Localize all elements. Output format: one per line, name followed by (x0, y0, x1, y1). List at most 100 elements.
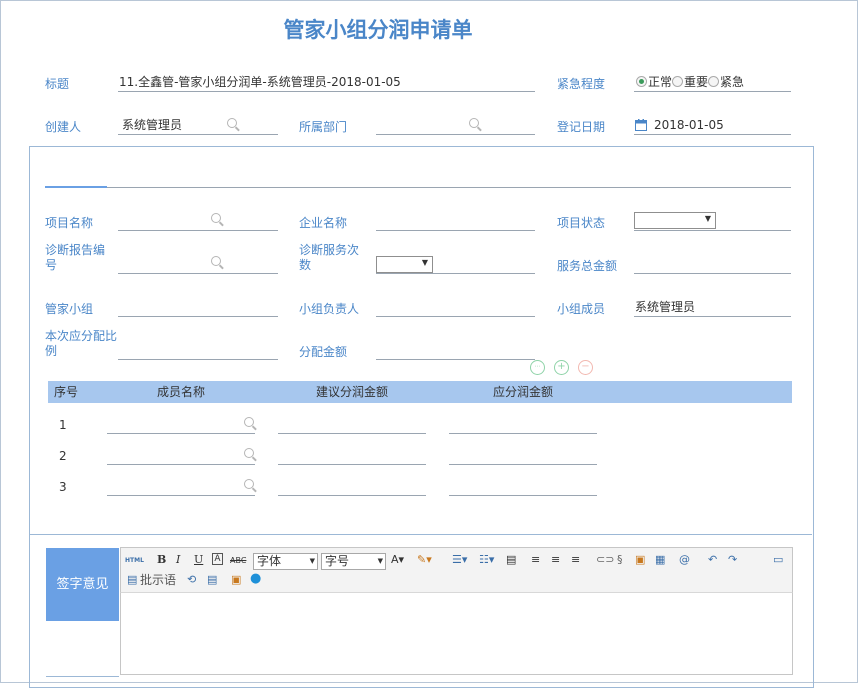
urgency-field: 正常 重要 紧急 (634, 73, 791, 92)
project-name-field[interactable] (118, 212, 278, 231)
html-source-icon[interactable]: HTML (125, 554, 144, 568)
dept-field[interactable] (376, 116, 535, 135)
editor-toolbar: HTML B I U A ABC 字体 ▼ 字号 ▼ A▾ ✎▾ ☰▾ ☷▾ ▤ ≡… (120, 547, 793, 593)
row-index: 1 (59, 418, 67, 432)
undo-icon[interactable]: ↶ (708, 553, 717, 567)
dept-label: 所属部门 (299, 120, 348, 134)
company-name-field[interactable] (376, 212, 535, 231)
row-index: 3 (59, 480, 67, 494)
due-amount-input[interactable] (449, 446, 597, 465)
location-icon[interactable]: ● (250, 572, 261, 586)
title-field[interactable]: 11.全鑫管-管家小组分润单-系统管理员-2018-01-05 (118, 73, 535, 92)
add-row-icon[interactable]: + (554, 360, 569, 375)
unordered-list-icon[interactable]: ☷▾ (479, 553, 494, 567)
search-icon[interactable] (211, 256, 221, 266)
link-icon[interactable]: ⊂⊃ (596, 553, 614, 567)
signature-divider (30, 534, 812, 535)
report-no-field[interactable] (118, 255, 278, 274)
project-status-label: 项目状态 (557, 216, 606, 230)
batch-add-icon[interactable]: ⋯ (530, 360, 545, 375)
fullscreen-icon[interactable]: ▭ (773, 553, 783, 567)
align-right-icon[interactable]: ≡ (571, 553, 580, 567)
align-left-icon[interactable]: ≡ (531, 553, 540, 567)
urgency-radio-urgent[interactable] (708, 76, 720, 87)
search-icon[interactable] (469, 118, 479, 128)
date-label: 登记日期 (557, 120, 606, 134)
suggested-amount-input[interactable] (278, 415, 426, 434)
due-amount-input[interactable] (449, 415, 597, 434)
font-size-select[interactable]: 字号 ▼ (321, 553, 386, 570)
font-color-icon[interactable]: A▾ (391, 553, 404, 567)
image-icon[interactable]: ▣ (635, 553, 645, 567)
table-icon[interactable]: ▦ (655, 553, 665, 567)
paragraph-icon[interactable]: ▤ (506, 553, 516, 567)
at-icon[interactable]: @ (679, 553, 690, 567)
highlight-color-icon[interactable]: ✎▾ (417, 553, 432, 567)
search-icon[interactable] (227, 118, 237, 128)
row-index: 2 (59, 449, 67, 463)
service-count-select[interactable]: ▼ (376, 256, 433, 273)
unlink-icon[interactable]: § (617, 553, 623, 567)
search-icon[interactable] (244, 417, 254, 427)
member-name-input[interactable] (107, 477, 255, 496)
ratio-field[interactable] (118, 341, 278, 360)
urgency-option-normal: 正常 (648, 75, 673, 89)
service-count-label: 诊断服务次数 (299, 243, 360, 272)
urgency-radio-important[interactable] (672, 76, 684, 87)
section-tab-indicator (45, 186, 107, 188)
group-members-label: 小组成员 (557, 302, 606, 316)
sync-icon[interactable]: ⟲ (187, 573, 196, 587)
redo-icon[interactable]: ↷ (728, 553, 737, 567)
insert-picture-icon[interactable]: ▣ (231, 573, 241, 587)
col-index: 序号 (54, 385, 79, 399)
document-icon[interactable]: ▤ (207, 573, 217, 587)
section-divider (45, 187, 791, 188)
group-members-value: 系统管理员 (635, 300, 696, 314)
group-leader-field[interactable] (376, 298, 535, 317)
service-total-label: 服务总金额 (557, 259, 618, 273)
chevron-down-icon: ▼ (421, 258, 428, 267)
member-name-input[interactable] (107, 446, 255, 465)
project-status-select[interactable]: ▼ (634, 212, 716, 229)
suggested-amount-input[interactable] (278, 477, 426, 496)
report-no-label: 诊断报告编号 (45, 243, 106, 272)
font-family-select[interactable]: 字体 ▼ (253, 553, 318, 570)
service-total-field[interactable] (634, 255, 791, 274)
ordered-list-icon[interactable]: ☰▾ (452, 553, 467, 567)
chevron-down-icon: ▼ (377, 557, 383, 565)
allot-amount-label: 分配金额 (299, 345, 348, 359)
allot-amount-field[interactable] (376, 341, 535, 360)
calendar-icon[interactable] (635, 119, 647, 131)
col-member-name: 成员名称 (157, 385, 206, 399)
col-suggested-amount: 建议分润金额 (316, 385, 389, 399)
urgency-option-important: 重要 (684, 75, 709, 89)
creator-field[interactable]: 系统管理员 (118, 116, 278, 135)
steward-group-field[interactable] (118, 298, 278, 317)
ratio-label: 本次应分配比例 (45, 329, 118, 358)
underline-icon[interactable]: U (194, 553, 203, 567)
search-icon[interactable] (211, 213, 221, 223)
urgency-radio-normal[interactable] (636, 76, 647, 87)
align-center-icon[interactable]: ≡ (551, 553, 560, 567)
search-icon[interactable] (244, 479, 254, 489)
strikethrough-icon[interactable]: ABC (230, 554, 246, 568)
due-amount-input[interactable] (449, 477, 597, 496)
page-title: 管家小组分润申请单 (283, 18, 473, 42)
group-members-field[interactable]: 系统管理员 (634, 298, 791, 317)
member-name-input[interactable] (107, 415, 255, 434)
urgency-label: 紧急程度 (557, 77, 606, 91)
date-field[interactable]: 2018-01-05 (634, 116, 791, 135)
search-icon[interactable] (244, 448, 254, 458)
signature-label: 签字意见 (46, 548, 119, 621)
remove-row-icon[interactable]: − (578, 360, 593, 375)
creator-label: 创建人 (45, 120, 82, 134)
title-label: 标题 (45, 77, 70, 91)
font-border-icon[interactable]: A (212, 553, 223, 565)
annotation-label[interactable]: 批示语 (140, 573, 176, 587)
col-due-amount: 应分润金额 (493, 385, 554, 399)
chevron-down-icon: ▼ (704, 214, 711, 223)
annotation-icon[interactable]: ▤ (127, 573, 137, 587)
suggested-amount-input[interactable] (278, 446, 426, 465)
bold-icon[interactable]: B (157, 553, 166, 567)
italic-icon[interactable]: I (176, 553, 180, 567)
